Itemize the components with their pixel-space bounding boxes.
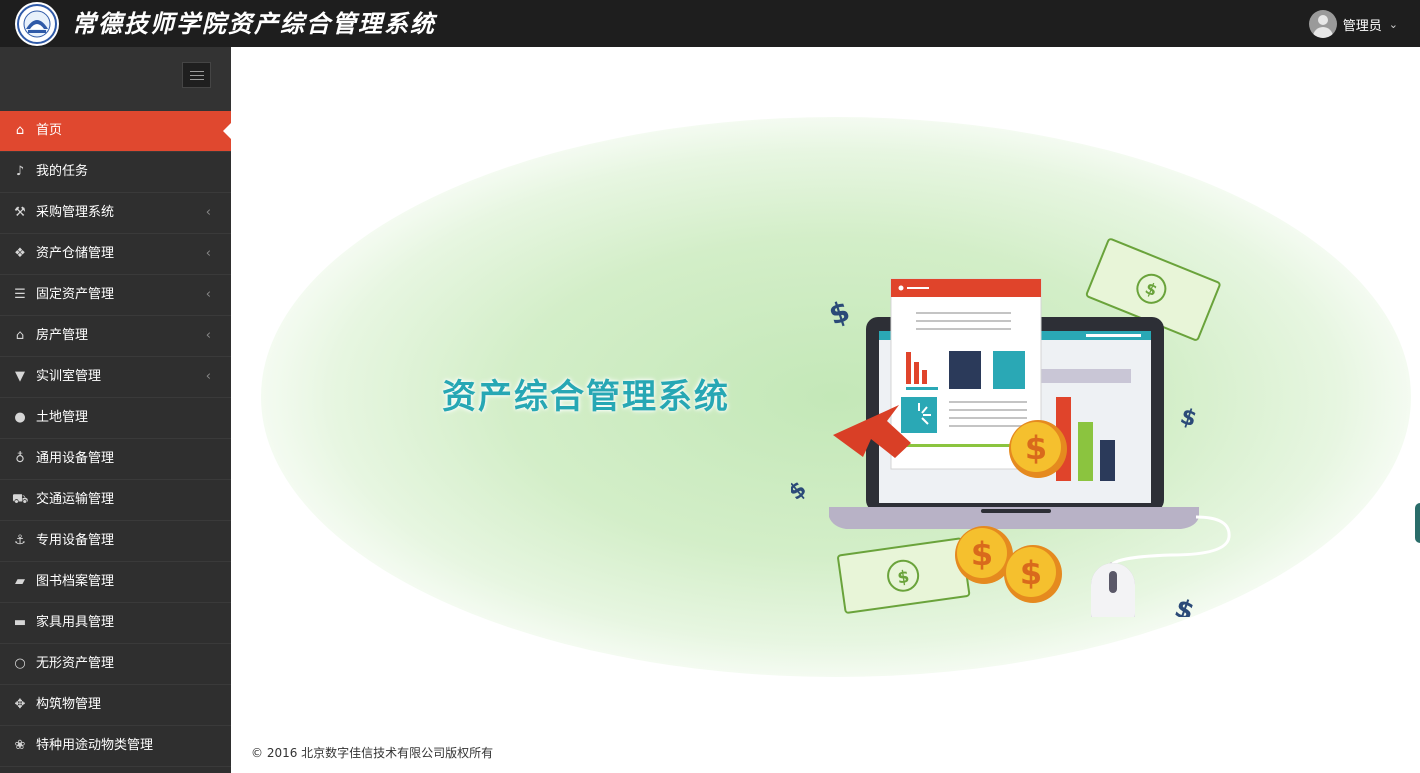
circle-icon: ○: [14, 656, 26, 671]
cubes-icon: ❖: [14, 246, 26, 261]
laptop-finance-illustration-icon: $ $ $ $ $ $ $ $ $: [791, 238, 1231, 617]
database-icon: ☰: [14, 287, 26, 302]
sidebar-item-label: 特种用途动物类管理: [36, 738, 154, 753]
sidebar-item-special-animals[interactable]: ❀ 特种用途动物类管理: [0, 726, 231, 767]
gavel-icon: ⚒: [14, 205, 26, 220]
sidebar-item-label: 图书档案管理: [36, 574, 115, 589]
sidebar-menu: ⌂ 首页 ♪ 我的任务 ⚒ 采购管理系统 ‹ ❖ 资产仓储管理 ‹ ☰ 固定资产管理 ‹ …: [0, 111, 231, 767]
user-name[interactable]: 管理员: [1343, 15, 1382, 34]
chevron-left-icon: ‹: [205, 328, 211, 343]
globe-icon: ●: [14, 410, 26, 425]
sidebar-item-my-tasks[interactable]: ♪ 我的任务: [0, 152, 231, 193]
side-widget-handle[interactable]: [1415, 503, 1420, 543]
lightbulb-icon: ♁: [15, 451, 25, 466]
arrows-icon: ✥: [14, 697, 26, 712]
sidebar-item-furniture[interactable]: ▬ 家具用具管理: [0, 603, 231, 644]
svg-text:$: $: [825, 294, 854, 331]
home-icon: ⌂: [15, 123, 25, 138]
svg-text:$: $: [1177, 404, 1199, 433]
sidebar-item-label: 交通运输管理: [36, 492, 115, 507]
sidebar-item-label: 通用设备管理: [36, 451, 115, 466]
sidebar-item-label: 固定资产管理: [36, 287, 115, 302]
sidebar-item-general-equipment[interactable]: ♁ 通用设备管理: [0, 439, 231, 480]
svg-text:$: $: [1020, 554, 1042, 592]
filter-icon: ▼: [15, 369, 25, 384]
book-icon: ▰: [15, 574, 25, 589]
sidebar-item-label: 采购管理系统: [36, 205, 115, 220]
sidebar-item-label: 无形资产管理: [36, 656, 115, 671]
svg-text:$: $: [1025, 429, 1047, 467]
bank-icon: ⌂: [15, 328, 25, 343]
chevron-left-icon: ‹: [205, 246, 211, 261]
sidebar-item-books-archives[interactable]: ▰ 图书档案管理: [0, 562, 231, 603]
sidebar-item-structures[interactable]: ✥ 构筑物管理: [0, 685, 231, 726]
svg-text:$: $: [791, 477, 812, 506]
sidebar-item-label: 专用设备管理: [36, 533, 115, 548]
sidebar-item-procurement[interactable]: ⚒ 采购管理系统 ‹: [0, 193, 231, 234]
avatar[interactable]: [1308, 10, 1337, 38]
anchor-icon: ⚓: [14, 533, 26, 548]
car-icon: ⛟: [12, 492, 29, 507]
sidebar-item-label: 我的任务: [36, 164, 89, 179]
sidebar-item-training-rooms[interactable]: ▼ 实训室管理 ‹: [0, 357, 231, 398]
sidebar-item-home[interactable]: ⌂ 首页: [0, 111, 231, 152]
chevron-left-icon: ‹: [205, 287, 211, 302]
svg-text:$: $: [1171, 593, 1198, 617]
hamburger-icon[interactable]: [182, 62, 211, 88]
svg-text:$: $: [971, 535, 993, 573]
banner-title: 资产综合管理系统: [442, 377, 730, 417]
user-menu[interactable]: 管理员 ⌄: [1308, 9, 1398, 39]
sidebar-item-special-equipment[interactable]: ⚓ 专用设备管理: [0, 521, 231, 562]
sidebar: ⌂ 首页 ♪ 我的任务 ⚒ 采购管理系统 ‹ ❖ 资产仓储管理 ‹ ☰ 固定资产管理 ‹ …: [0, 47, 231, 773]
sidebar-header: [0, 47, 231, 111]
sidebar-item-real-estate[interactable]: ⌂ 房产管理 ‹: [0, 316, 231, 357]
sidebar-item-label: 房产管理: [36, 328, 89, 343]
chevron-down-icon[interactable]: ⌄: [1389, 18, 1398, 31]
paw-icon: ❀: [14, 738, 26, 753]
sidebar-item-label: 首页: [36, 123, 63, 138]
footer-copyright: © 2016 北京数字佳信技术有限公司版权所有: [251, 746, 494, 760]
sidebar-item-label: 资产仓储管理: [36, 246, 115, 261]
sidebar-item-intangible-assets[interactable]: ○ 无形资产管理: [0, 644, 231, 685]
app-title: 常德技师学院资产综合管理系统: [72, 9, 436, 38]
sidebar-item-warehouse[interactable]: ❖ 资产仓储管理 ‹: [0, 234, 231, 275]
sidebar-item-label: 土地管理: [36, 410, 89, 425]
school-emblem-icon[interactable]: [14, 1, 60, 47]
sidebar-item-label: 构筑物管理: [36, 697, 102, 712]
top-navbar: 常德技师学院资产综合管理系统 管理员 ⌄: [0, 0, 1420, 47]
bed-icon: ▬: [13, 615, 27, 630]
sidebar-item-land[interactable]: ● 土地管理: [0, 398, 231, 439]
chevron-left-icon: ‹: [205, 369, 211, 384]
sidebar-item-transportation[interactable]: ⛟ 交通运输管理: [0, 480, 231, 521]
bell-icon: ♪: [15, 164, 25, 179]
sidebar-item-label: 实训室管理: [36, 369, 102, 384]
main-content: 资产综合管理系统 $ $ $ $ $ $ $ $ $ © 2016 北京数字佳信…: [231, 47, 1420, 773]
sidebar-item-fixed-assets[interactable]: ☰ 固定资产管理 ‹: [0, 275, 231, 316]
chevron-left-icon: ‹: [205, 205, 211, 220]
sidebar-item-label: 家具用具管理: [36, 615, 115, 630]
